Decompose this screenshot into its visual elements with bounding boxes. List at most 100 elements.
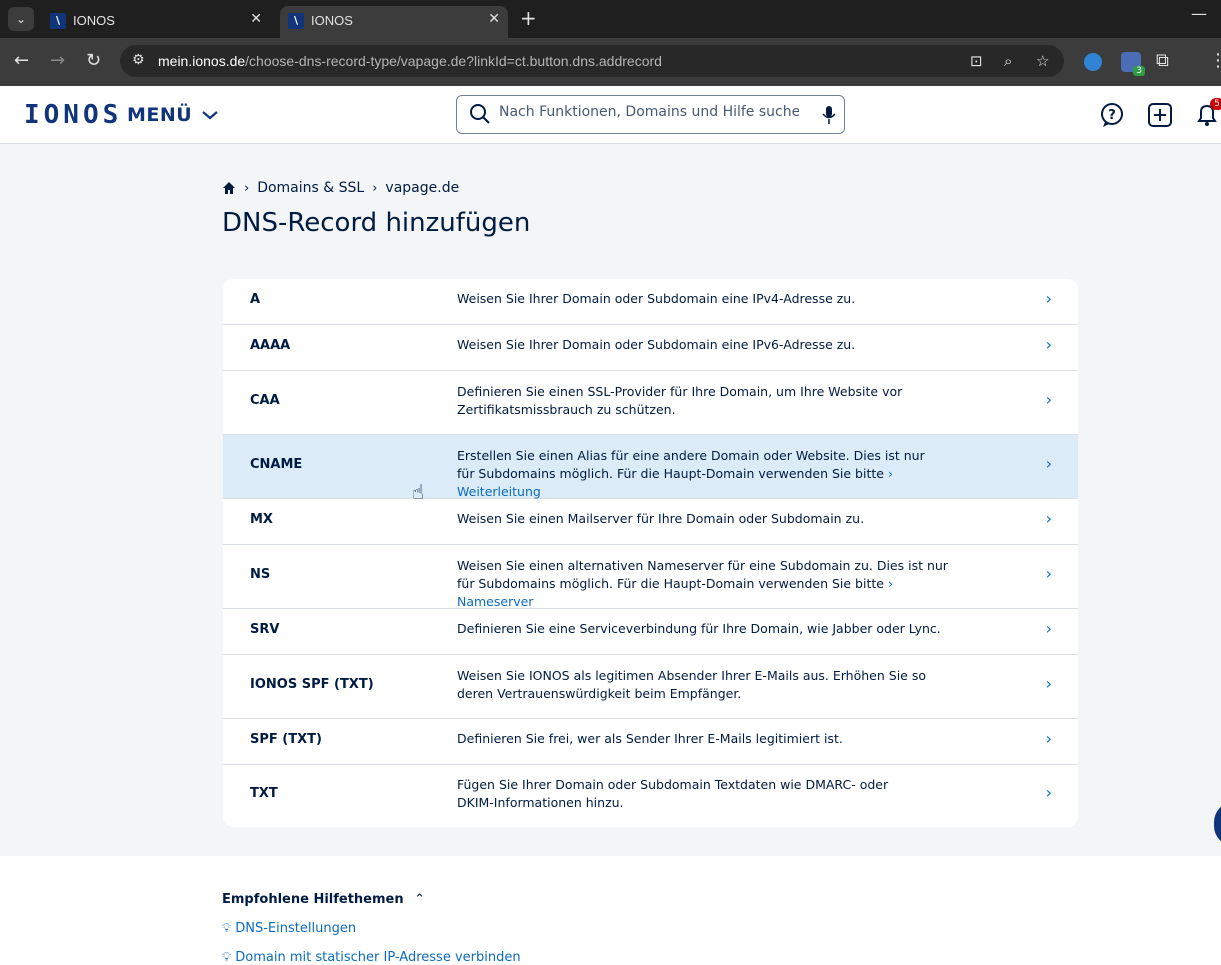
record-description: Weisen Sie Ihrer Domain oder Subdomain e… [457,337,856,352]
record-description: Weisen Sie Ihrer Domain oder Subdomain e… [457,291,856,306]
record-description-text: Weisen Sie einen alternativen Nameserver… [457,558,948,591]
url-host: mein.ionos.de [158,53,246,69]
record-row-cname[interactable]: CNAME Erstellen Sie einen Alias für eine… [223,435,1078,499]
record-description: Definieren Sie einen SSL-Provider für Ih… [457,384,903,417]
record-row-ionos-spf[interactable]: IONOS SPF (TXT) Weisen Sie IONOS als leg… [223,655,1078,719]
record-row-a[interactable]: A Weisen Sie Ihrer Domain oder Subdomain… [223,279,1078,325]
close-icon[interactable]: ✕ [488,11,500,27]
back-arrow-icon[interactable]: ← [14,50,29,71]
chevron-right-icon: › [1045,335,1052,354]
chevron-down-icon [202,111,219,120]
install-app-icon[interactable]: ⊡ [970,52,983,70]
help-section-title[interactable]: Empfohlene Hilfethemen ⌃ [222,892,425,907]
chevron-right-icon: › [1045,783,1052,802]
link-label: Nameserver [457,594,534,609]
record-row-caa[interactable]: CAA Definieren Sie einen SSL-Provider fü… [223,371,1078,435]
record-description: Weisen Sie IONOS als legitimen Absender … [457,668,926,701]
record-row-srv[interactable]: SRV Definieren Sie eine Serviceverbindun… [223,609,1078,655]
page-title: DNS-Record hinzufügen [222,208,531,238]
bookmark-star-icon[interactable]: ☆ [1036,52,1049,70]
microphone-icon[interactable] [822,105,836,125]
record-row-aaaa[interactable]: AAAA Weisen Sie Ihrer Domain oder Subdom… [223,325,1078,371]
chevron-right-icon: › [1045,619,1052,638]
record-type: NS [250,567,271,582]
help-section [0,856,1221,965]
ionos-logo[interactable]: IONOS [24,100,122,130]
record-description: Fügen Sie Ihrer Domain oder Subdomain Te… [457,777,889,810]
ionos-favicon-icon: \ [288,13,304,29]
minimize-icon[interactable]: — [1191,4,1207,23]
record-type: CNAME [250,457,303,472]
browser-tab-active[interactable]: \ IONOS ✕ [280,6,508,38]
menu-label: MENÜ [127,104,193,126]
search-box[interactable] [456,95,845,134]
extension-badge-count: 3 [1133,66,1145,76]
app-header: IONOS MENÜ ? [0,86,1221,144]
help-chat-icon[interactable]: ? [1099,102,1125,128]
record-type: SPF (TXT) [250,732,322,747]
home-icon[interactable] [222,181,236,195]
forward-arrow-icon[interactable]: → [50,50,65,71]
site-info-icon[interactable]: ⚙ [132,52,145,68]
record-description-text: Erstellen Sie einen Alias für eine ander… [457,448,925,481]
browser-menu-icon[interactable]: ⋮ [1209,50,1221,71]
chevron-right-icon: › [1045,729,1052,748]
search-icon [470,104,490,124]
reload-icon[interactable]: ↻ [86,50,101,71]
tab-title: IONOS [311,13,353,28]
zoom-icon[interactable]: ⌕ [1004,52,1012,70]
chat-widget-button[interactable] [1214,802,1221,846]
chevron-right-icon: › [1045,454,1052,473]
chevron-up-icon: ⌃ [414,892,426,907]
url-path: /choose-dns-record-type/vapage.de?linkId… [245,53,662,69]
record-row-mx[interactable]: MX Weisen Sie einen Mailserver für Ihre … [223,499,1078,545]
tab-title: IONOS [73,13,115,28]
breadcrumb: › Domains & SSL › vapage.de [222,180,459,196]
record-row-spf[interactable]: SPF (TXT) Definieren Sie frei, wer als S… [223,719,1078,765]
help-link-dns[interactable]: 💡︎ DNS-Einstellungen [222,921,356,936]
record-type: SRV [250,622,280,637]
browser-toolbar: ← → ↻ ⚙ mein.ionos.de/choose-dns-record-… [0,38,1221,86]
record-row-txt[interactable]: TXT Fügen Sie Ihrer Domain oder Subdomai… [223,765,1078,827]
chevron-right-icon: › [1045,564,1052,583]
extension-badge-icon[interactable]: 3 [1121,52,1145,76]
record-type: TXT [250,786,278,801]
help-link-label: DNS-Einstellungen [235,921,357,936]
browser-tab[interactable]: \ IONOS ✕ [42,6,270,38]
close-icon[interactable]: ✕ [250,11,262,27]
hand-cursor-icon: ☝ [412,480,425,504]
record-description: Definieren Sie eine Serviceverbindung fü… [457,621,941,636]
url-text[interactable]: mein.ionos.de/choose-dns-record-type/vap… [158,53,662,69]
search-input[interactable] [499,104,799,120]
add-icon[interactable] [1147,102,1173,128]
breadcrumb-item-domain[interactable]: vapage.de [385,180,459,196]
link-label: Weiterleitung [457,484,541,499]
help-link-label: Domain mit statischer IP-Adresse verbind… [235,950,521,965]
browser-tabbar: ⌄ \ IONOS ✕ \ IONOS ✕ + — [0,0,1221,38]
chevron-right-icon: › [372,180,378,196]
extensions-puzzle-icon[interactable]: ⧉ [1156,50,1169,71]
breadcrumb-item-domains[interactable]: Domains & SSL [257,180,364,196]
record-description: Weisen Sie einen alternativen Nameserver… [457,557,952,611]
record-type-list: A Weisen Sie Ihrer Domain oder Subdomain… [223,279,1078,827]
record-type: MX [250,512,273,527]
address-bar[interactable]: ⚙ mein.ionos.de/choose-dns-record-type/v… [120,45,1064,77]
menu-button[interactable]: MENÜ [127,104,219,126]
chevron-right-icon: › [1045,509,1052,528]
tab-search-button[interactable]: ⌄ [8,7,34,31]
record-type: A [250,292,261,307]
record-description: Definieren Sie frei, wer als Sender Ihre… [457,731,843,746]
chevron-right-icon: › [1045,390,1052,409]
help-link-static-ip[interactable]: 💡︎ Domain mit statischer IP-Adresse verb… [222,950,521,965]
lightbulb-icon: 💡︎ [222,921,232,936]
record-type: IONOS SPF (TXT) [250,677,374,692]
help-title-text: Empfohlene Hilfethemen [222,892,404,907]
chevron-right-icon: › [1045,674,1052,693]
ionos-favicon-icon: \ [50,13,66,29]
chevron-right-icon: › [244,180,250,196]
record-row-ns[interactable]: NS Weisen Sie einen alternativen Nameser… [223,545,1078,609]
extension-icon[interactable] [1084,53,1102,71]
record-description: Erstellen Sie einen Alias für eine ander… [457,447,942,501]
record-type: AAAA [250,338,291,353]
new-tab-icon[interactable]: + [520,6,537,30]
